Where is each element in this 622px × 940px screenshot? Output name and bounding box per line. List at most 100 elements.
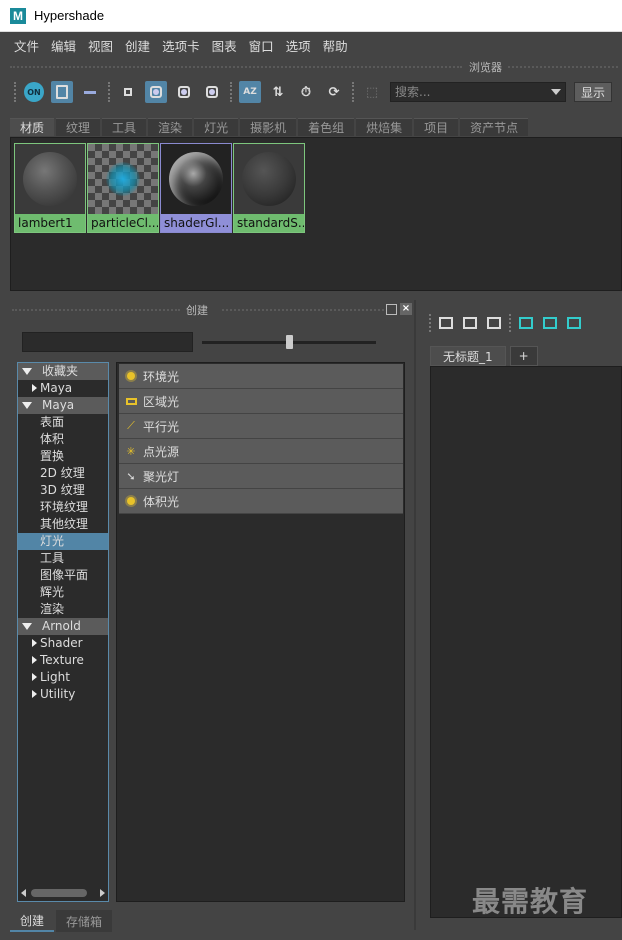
layout-button[interactable] [541, 314, 559, 332]
sort-by-name-button[interactable]: AZ [239, 81, 261, 103]
tree-item-2d-textures[interactable]: 2D 纹理 [18, 465, 108, 482]
tree-group-favorites[interactable]: 收藏夹 [18, 363, 108, 380]
tree-item-3d-textures[interactable]: 3D 纹理 [18, 482, 108, 499]
tree-item-arnold-shader[interactable]: Shader [18, 635, 108, 652]
panel-drag-handle[interactable] [12, 309, 180, 311]
collapse-triangle-icon[interactable] [32, 673, 37, 681]
tree-item-env-textures[interactable]: 环境纹理 [18, 499, 108, 516]
node-directional-light[interactable]: ⟋ 平行光 [119, 414, 403, 439]
collapse-triangle-icon[interactable] [32, 639, 37, 647]
reverse-order-button[interactable]: ⟳ [323, 81, 345, 103]
tree-item-arnold-utility[interactable]: Utility [18, 686, 108, 703]
search-input[interactable] [395, 85, 545, 99]
small-swatch-button[interactable] [117, 81, 139, 103]
collapse-triangle-icon[interactable] [32, 656, 37, 664]
category-tree[interactable]: 收藏夹 Maya Maya 表面 体积 置换 2D 纹理 3D 纹理 环境纹理 … [17, 362, 109, 902]
panel-drag-handle[interactable] [222, 309, 384, 311]
tree-group-arnold[interactable]: Arnold [18, 618, 108, 635]
show-button[interactable]: 显示 [574, 82, 613, 102]
graph-selection-button[interactable]: ⬚ [361, 81, 383, 103]
tab-asset-nodes[interactable]: 资产节点 [460, 118, 529, 136]
icon-view-button[interactable] [51, 81, 73, 103]
input-connections-button[interactable] [437, 314, 455, 332]
frame-selection-button[interactable] [517, 314, 535, 332]
node-area-light[interactable]: 区域光 [119, 389, 403, 414]
tab-materials[interactable]: 材质 [10, 118, 55, 136]
expand-triangle-icon[interactable] [22, 402, 32, 409]
tab-bake-sets[interactable]: 烘焙集 [356, 118, 413, 136]
menu-options[interactable]: 选项 [280, 36, 317, 55]
close-icon[interactable]: × [400, 303, 412, 315]
expand-triangle-icon[interactable] [22, 368, 32, 375]
material-swatch-particlecloud[interactable]: particleCl... [87, 143, 159, 233]
scroll-thumb[interactable] [31, 889, 87, 897]
node-spot-light[interactable]: ➘ 聚光灯 [119, 464, 403, 489]
collapse-triangle-icon[interactable] [32, 690, 37, 698]
expand-triangle-icon[interactable] [22, 623, 32, 630]
tab-shading-groups[interactable]: 着色组 [298, 118, 355, 136]
menu-graph[interactable]: 图表 [206, 36, 243, 55]
tree-item-arnold-light[interactable]: Light [18, 669, 108, 686]
collapse-triangle-icon[interactable] [32, 384, 37, 392]
tree-horizontal-scrollbar[interactable] [17, 886, 109, 900]
tree-item-arnold-texture[interactable]: Texture [18, 652, 108, 669]
tab-untitled-1[interactable]: 无标题_1 [430, 346, 506, 366]
xlarge-swatch-button[interactable] [201, 81, 223, 103]
material-swatch-shaderglow[interactable]: shaderGl... [160, 143, 232, 233]
panel-splitter[interactable] [414, 300, 416, 930]
tree-group-maya[interactable]: Maya [18, 397, 108, 414]
menu-create[interactable]: 创建 [119, 36, 156, 55]
panel-drag-handle[interactable] [10, 66, 462, 68]
chevron-down-icon[interactable] [551, 89, 561, 95]
material-swatch-standardsurface[interactable]: standardS... [233, 143, 305, 233]
node-volume-light[interactable]: 体积光 [119, 489, 403, 514]
tree-item-lights[interactable]: 灯光 [18, 533, 108, 550]
tree-item-glow[interactable]: 辉光 [18, 584, 108, 601]
swatch-toggle-button[interactable]: ON [23, 81, 45, 103]
scroll-right-icon[interactable] [100, 889, 105, 897]
tree-item-rendering[interactable]: 渲染 [18, 601, 108, 618]
material-swatch-lambert1[interactable]: lambert1 [14, 143, 86, 233]
material-browser-area[interactable]: lambert1 particleCl... shaderGl... stand… [10, 137, 622, 291]
tree-item-surface[interactable]: 表面 [18, 414, 108, 431]
menu-help[interactable]: 帮助 [317, 36, 354, 55]
tab-utilities[interactable]: 工具 [102, 118, 147, 136]
output-connections-button[interactable] [485, 314, 503, 332]
menu-view[interactable]: 视图 [82, 36, 119, 55]
tab-lights[interactable]: 灯光 [194, 118, 239, 136]
tree-item-utilities[interactable]: 工具 [18, 550, 108, 567]
slider-handle[interactable] [286, 335, 293, 349]
tab-create[interactable]: 创建 [10, 910, 55, 932]
tab-projects[interactable]: 项目 [414, 118, 459, 136]
medium-swatch-button[interactable] [145, 81, 167, 103]
sort-by-time-button[interactable]: ⏱ [295, 81, 317, 103]
menu-file[interactable]: 文件 [8, 36, 45, 55]
large-swatch-button[interactable] [173, 81, 195, 103]
node-graph-area[interactable] [430, 366, 622, 918]
tree-item-displacement[interactable]: 置换 [18, 448, 108, 465]
search-field[interactable] [390, 82, 566, 102]
menu-window[interactable]: 窗口 [243, 36, 280, 55]
tab-bins[interactable]: 存储箱 [56, 910, 113, 932]
tab-rendering[interactable]: 渲染 [148, 118, 193, 136]
tab-cameras[interactable]: 摄影机 [240, 118, 297, 136]
menu-edit[interactable]: 编辑 [45, 36, 82, 55]
browser-tabs: 材质 纹理 工具 渲染 灯光 摄影机 着色组 烘焙集 项目 资产节点 [10, 118, 530, 136]
menu-tabs[interactable]: 选项卡 [156, 36, 206, 55]
list-view-button[interactable] [79, 81, 101, 103]
tree-item-other-textures[interactable]: 其他纹理 [18, 516, 108, 533]
arrange-button[interactable] [565, 314, 583, 332]
float-panel-icon[interactable] [386, 304, 397, 315]
node-ambient-light[interactable]: 环境光 [119, 364, 403, 389]
create-search-input[interactable] [22, 332, 193, 352]
tree-item-favorites-maya[interactable]: Maya [18, 380, 108, 397]
add-tab-button[interactable]: + [509, 346, 538, 366]
tab-textures[interactable]: 纹理 [56, 118, 101, 136]
tree-item-volumetric[interactable]: 体积 [18, 431, 108, 448]
tree-item-image-planes[interactable]: 图像平面 [18, 567, 108, 584]
input-output-connections-button[interactable] [461, 314, 479, 332]
scroll-left-icon[interactable] [21, 889, 26, 897]
sort-by-type-button[interactable]: ⇅ [267, 81, 289, 103]
panel-drag-handle-right[interactable] [508, 66, 618, 68]
node-point-light[interactable]: ✳ 点光源 [119, 439, 403, 464]
